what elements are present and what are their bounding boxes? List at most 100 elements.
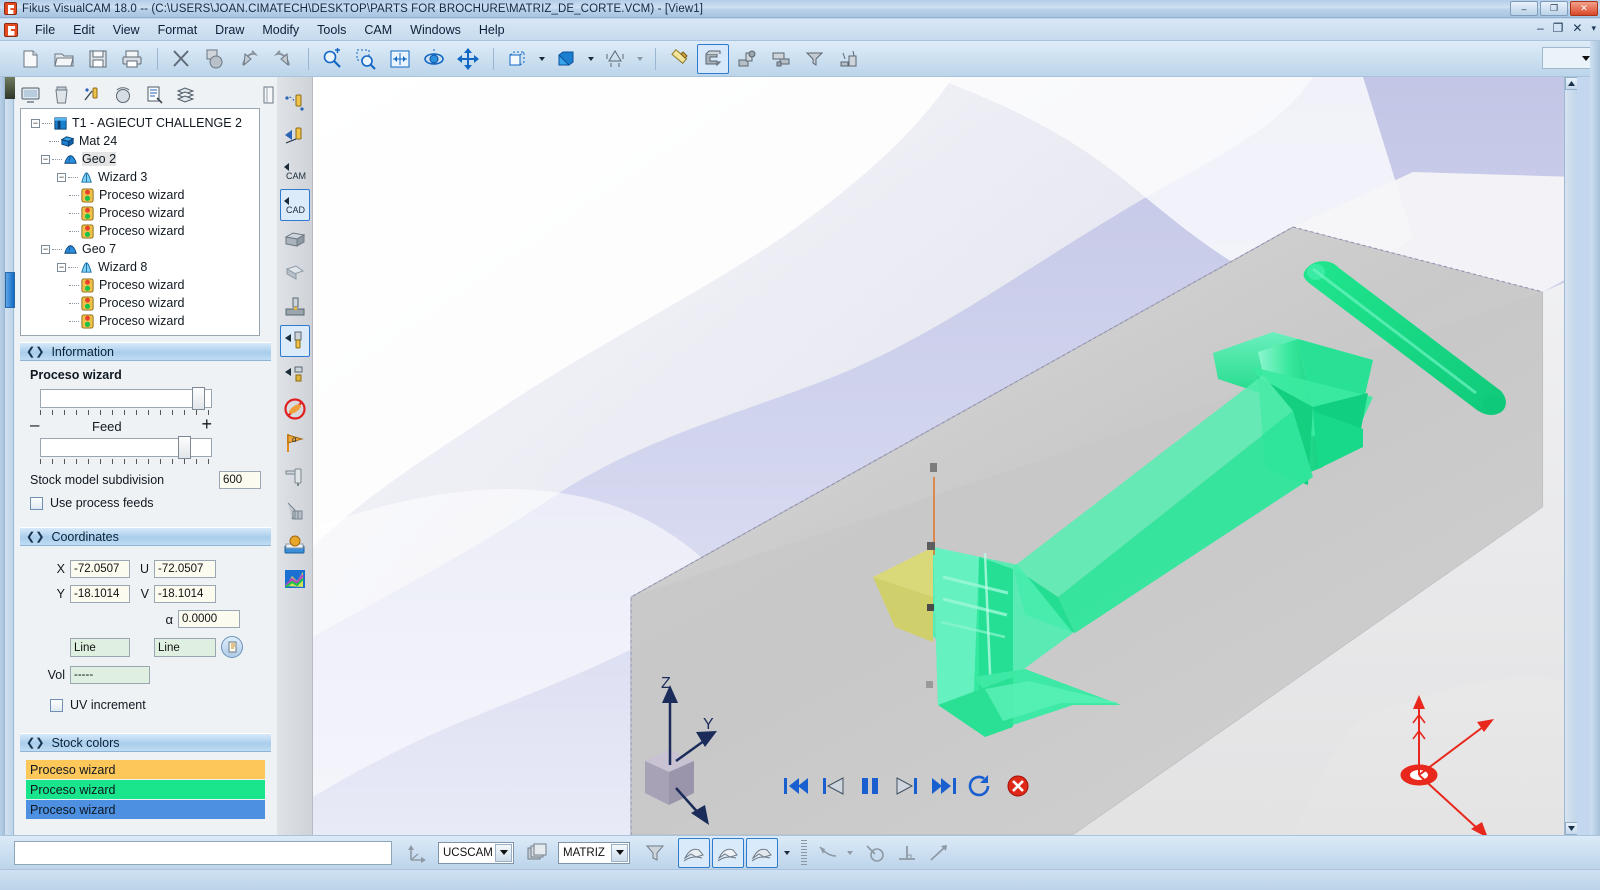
render-view-icon[interactable]	[599, 44, 631, 74]
project-tree[interactable]: − T1 - AGIECUT CHALLENGE 2 Mat 24 −	[20, 108, 260, 336]
window-close-button[interactable]: ✕	[1570, 1, 1598, 16]
undo-icon[interactable]	[233, 44, 265, 74]
stock-color-row[interactable]: Proceso wizard	[26, 800, 265, 819]
use-process-feeds-checkbox[interactable]	[30, 497, 43, 510]
ucs-combo-arrow[interactable]	[495, 844, 512, 862]
scroll-down-arrow[interactable]	[1565, 822, 1577, 835]
feed-slider[interactable]	[40, 438, 212, 460]
delete-icon[interactable]	[51, 84, 72, 106]
stop-button[interactable]	[1005, 773, 1032, 799]
ucs-combo[interactable]: UCSCAM	[438, 842, 514, 864]
menu-draw[interactable]: Draw	[206, 21, 253, 39]
tool-on-stock-icon[interactable]	[280, 291, 310, 323]
toolbar-grip[interactable]	[801, 840, 807, 866]
toolbar-overflow-button[interactable]	[1542, 47, 1594, 69]
tree-node-process[interactable]: Proceso wizard	[25, 312, 255, 330]
osnap-dropdown[interactable]	[843, 838, 856, 868]
surface-view-3-icon[interactable]	[746, 838, 778, 868]
redo-icon[interactable]	[267, 44, 299, 74]
menu-tools[interactable]: Tools	[308, 21, 355, 39]
zoom-in-out-icon[interactable]	[316, 44, 348, 74]
left-panel-scrollbar[interactable]	[4, 77, 14, 835]
scroll-up-arrow[interactable]	[1565, 77, 1577, 90]
caliper-icon[interactable]	[280, 461, 310, 493]
viewport-scrollbar[interactable]	[1564, 77, 1577, 835]
window-maximize-button[interactable]: ❐	[1540, 1, 1568, 16]
stock-simulation-icon[interactable]	[697, 44, 729, 74]
tree-node-process[interactable]: Proceso wizard	[25, 294, 255, 312]
step-back-button[interactable]	[819, 773, 846, 799]
stock-subdivision-input[interactable]: 600	[219, 471, 261, 489]
machine-setup-icon[interactable]	[20, 84, 41, 106]
feed-slider-thumb[interactable]	[178, 436, 191, 459]
post-process-icon[interactable]	[833, 44, 865, 74]
tree-node-geo-7[interactable]: − Geo 7	[25, 240, 255, 258]
shaded-surface-icon[interactable]	[280, 257, 310, 289]
window-minimize-button[interactable]: –	[1510, 1, 1538, 16]
menu-view[interactable]: View	[104, 21, 149, 39]
snap-extension-icon[interactable]	[924, 839, 954, 867]
rewind-to-start-button[interactable]	[782, 773, 809, 799]
shaded-view-dropdown[interactable]	[584, 44, 597, 74]
tree-node-process[interactable]: Proceso wizard	[25, 186, 255, 204]
simulate-icon[interactable]	[113, 84, 134, 106]
filter-icon[interactable]	[640, 839, 670, 867]
menu-modify[interactable]: Modify	[253, 21, 308, 39]
mdi-more-button[interactable]: ▾	[1591, 23, 1596, 34]
information-section-header[interactable]: ❮❯ Information	[20, 342, 271, 361]
tree-node-wizard-8[interactable]: − Wizard 8	[25, 258, 255, 276]
stock-colors-section-header[interactable]: ❮❯ Stock colors	[20, 733, 271, 752]
feed-decrease-label[interactable]: –	[30, 418, 39, 432]
tree-expander[interactable]: −	[41, 155, 50, 164]
tree-node-process[interactable]: Proceso wizard	[25, 222, 255, 240]
orbit-icon[interactable]	[418, 44, 450, 74]
open-file-icon[interactable]	[48, 44, 80, 74]
layer-combo[interactable]: MATRIZ	[558, 842, 630, 864]
technology-icon[interactable]	[82, 84, 103, 106]
color-stripes-icon[interactable]	[280, 563, 310, 595]
step-forward-button[interactable]	[893, 773, 920, 799]
x-input[interactable]: -72.0507	[70, 560, 130, 578]
scene-render[interactable]: Z Y X	[313, 77, 1577, 835]
right-entity-type[interactable]: Line	[154, 638, 216, 657]
u-input[interactable]: -72.0507	[154, 560, 216, 578]
select-tool-icon[interactable]	[280, 325, 310, 357]
report-icon[interactable]	[144, 84, 165, 106]
toolpath-point-icon[interactable]	[280, 87, 310, 119]
speed-slider[interactable]	[40, 389, 212, 411]
y-input[interactable]: -18.1014	[70, 585, 130, 603]
save-file-icon[interactable]	[82, 44, 114, 74]
viewport-3d[interactable]: CAM CAD α	[277, 77, 1577, 835]
zoom-fit-icon[interactable]	[384, 44, 416, 74]
cad-mode-icon[interactable]: CAD	[280, 189, 310, 221]
speed-slider-track[interactable]	[40, 389, 212, 408]
solid-stock-icon[interactable]	[280, 223, 310, 255]
copy-icon[interactable]	[199, 44, 231, 74]
zoom-window-icon[interactable]	[350, 44, 382, 74]
tree-expander[interactable]: −	[41, 245, 50, 254]
surface-view-2-icon[interactable]	[712, 838, 744, 868]
menu-windows[interactable]: Windows	[401, 21, 470, 39]
feed-increase-label[interactable]: +	[201, 416, 212, 432]
material-sphere-icon[interactable]	[280, 529, 310, 561]
fast-forward-button[interactable]	[931, 773, 958, 799]
coordinates-section-header[interactable]: ❮❯ Coordinates	[20, 527, 271, 546]
menu-help[interactable]: Help	[470, 21, 514, 39]
menu-format[interactable]: Format	[149, 21, 207, 39]
tree-expander[interactable]: −	[57, 173, 66, 182]
surface-view-1-icon[interactable]	[678, 838, 710, 868]
v-input[interactable]: -18.1014	[154, 585, 216, 603]
cut-icon[interactable]	[165, 44, 197, 74]
document-icon[interactable]	[258, 84, 279, 106]
layers-stack-icon[interactable]	[522, 839, 552, 867]
tree-node-machine[interactable]: − T1 - AGIECUT CHALLENGE 2	[25, 114, 255, 132]
angle-flag-icon[interactable]: α	[280, 427, 310, 459]
layer-combo-arrow[interactable]	[611, 844, 628, 862]
render-view-dropdown[interactable]	[633, 44, 646, 74]
tree-expander[interactable]: −	[31, 119, 40, 128]
machine-simulation-icon[interactable]	[731, 44, 763, 74]
no-collision-icon[interactable]	[280, 393, 310, 425]
toolpath-verify-icon[interactable]	[765, 44, 797, 74]
tree-node-process[interactable]: Proceso wizard	[25, 276, 255, 294]
ucs-icon[interactable]	[402, 839, 432, 867]
